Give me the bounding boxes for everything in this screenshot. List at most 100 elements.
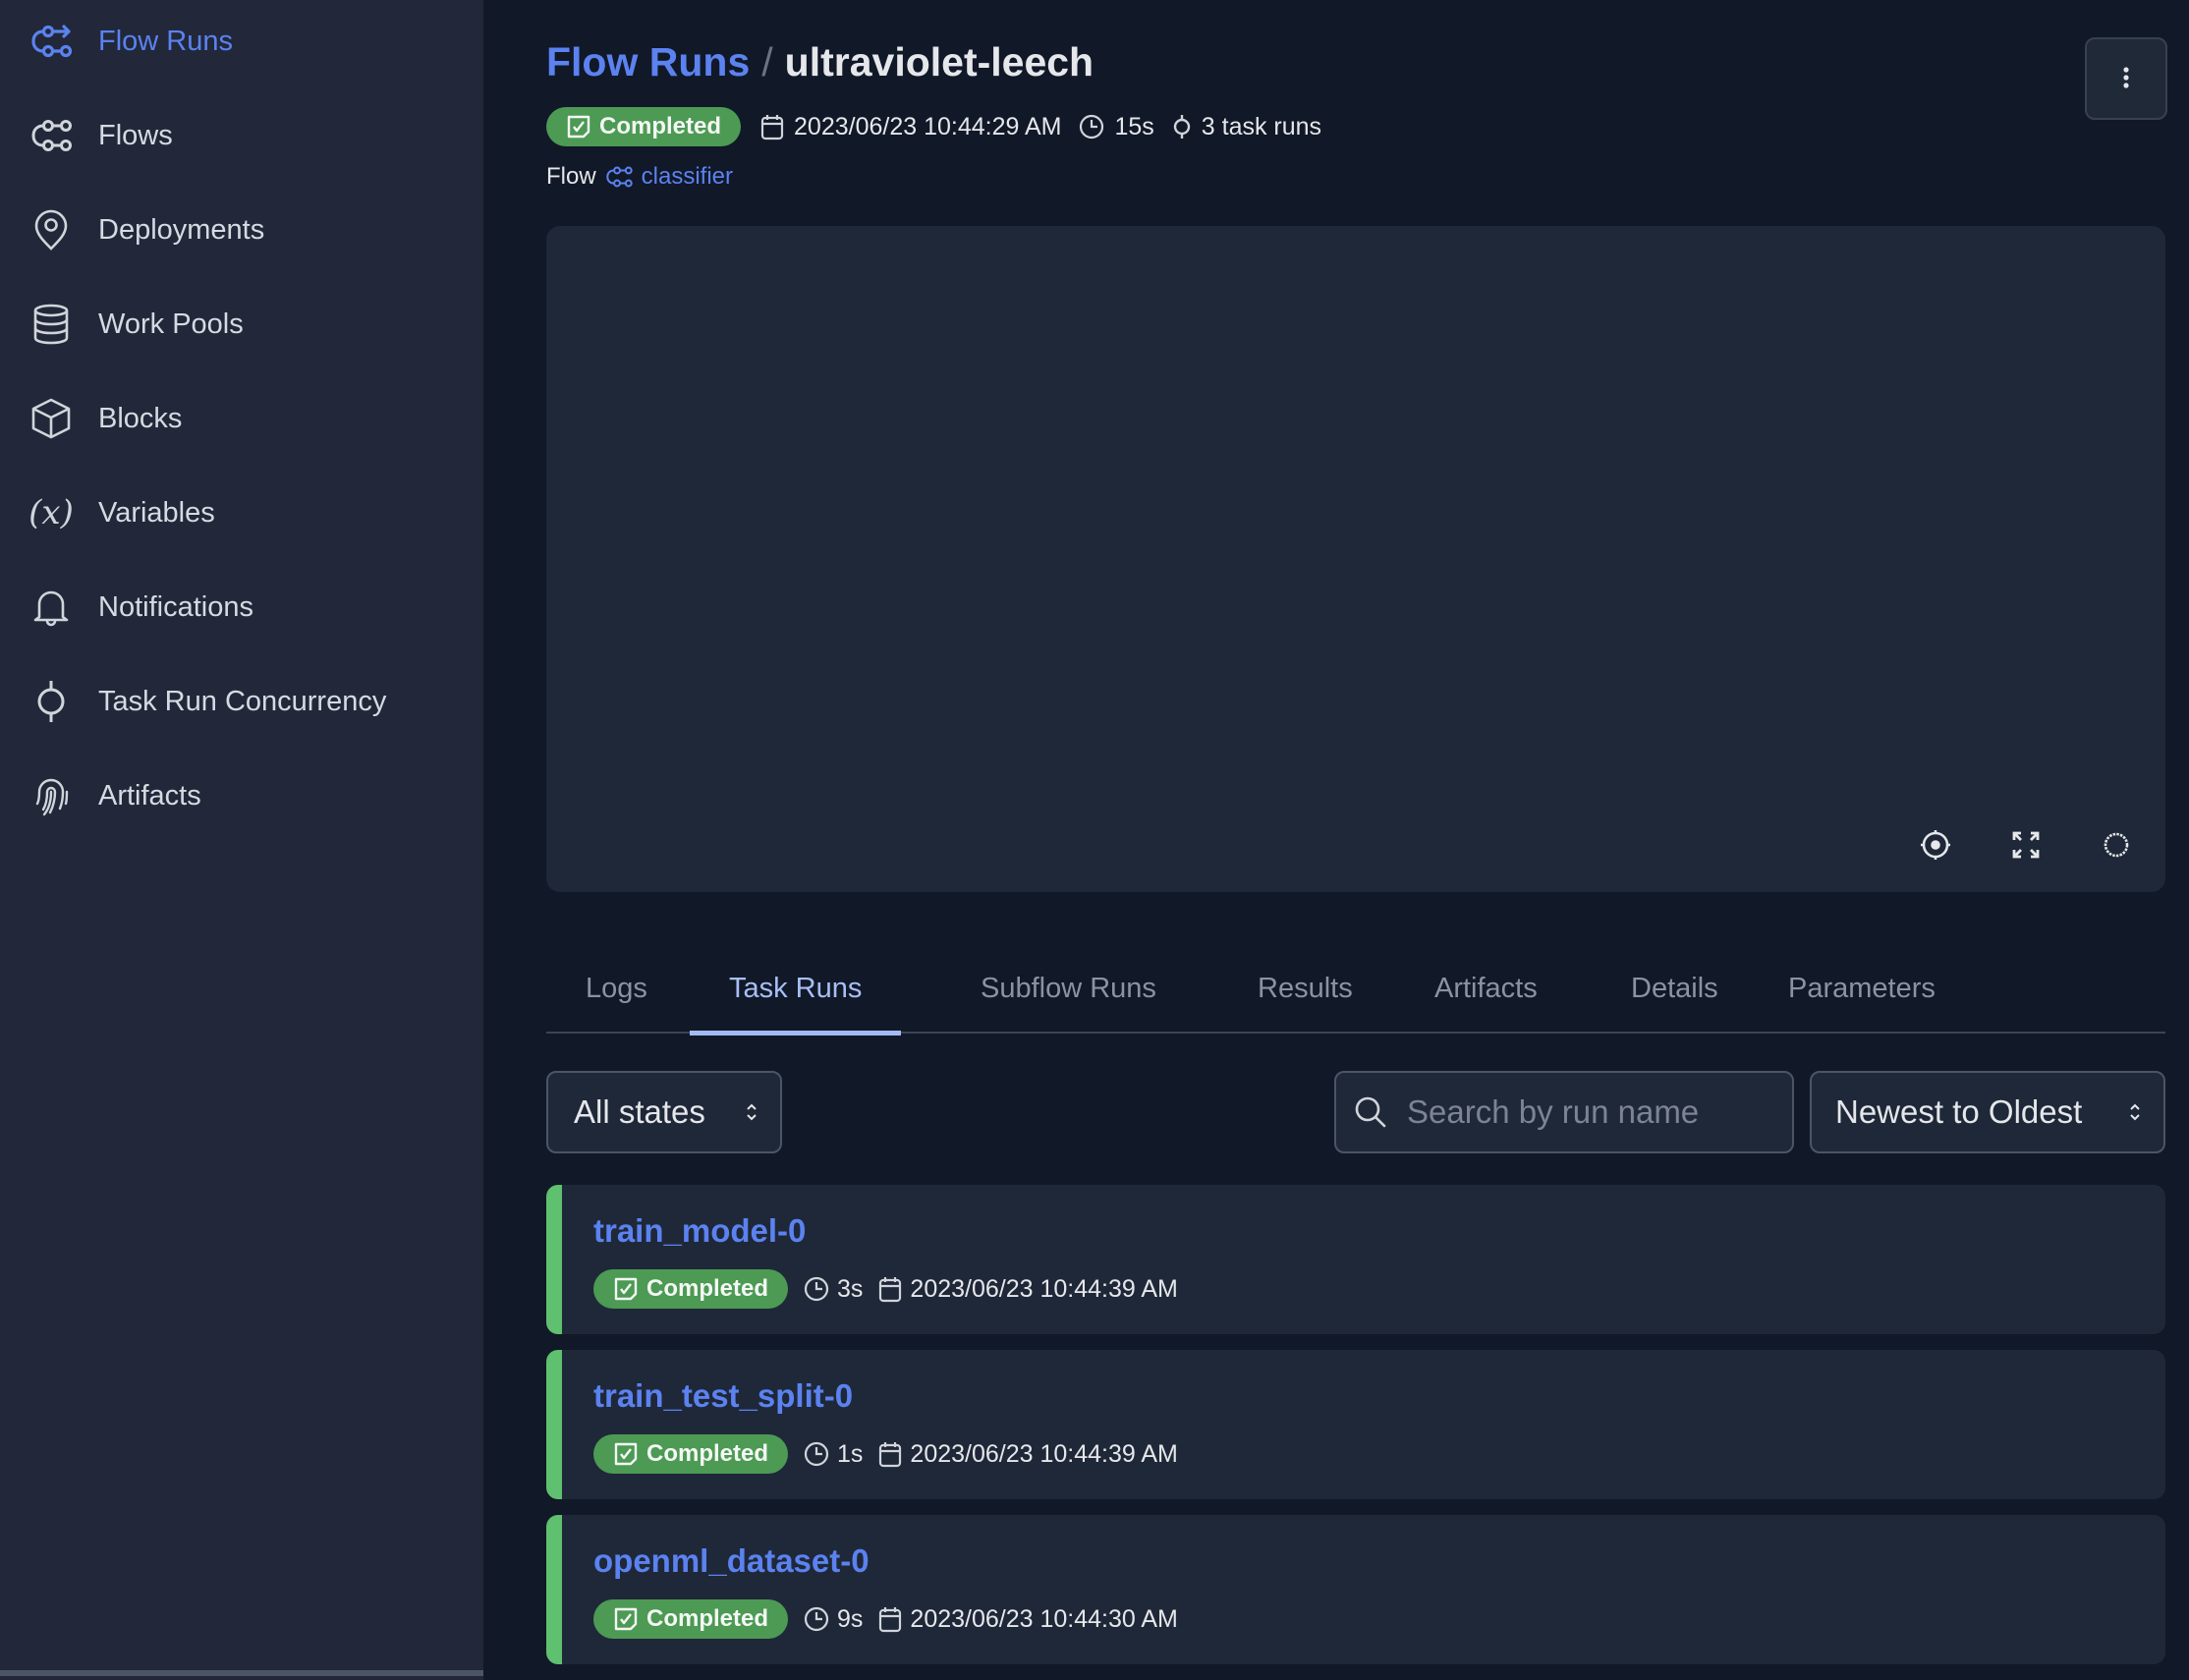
flows-icon: [29, 114, 73, 157]
status-badge: Completed: [546, 107, 742, 146]
tab-logs[interactable]: Logs: [546, 943, 687, 1034]
status-badge: Completed: [593, 1599, 789, 1639]
calendar-icon: [878, 1605, 902, 1633]
duration: 1s: [804, 1440, 863, 1469]
search-input[interactable]: [1407, 1093, 1780, 1131]
state-stripe: [546, 1515, 562, 1664]
task-run-card: train_model-0 Completed 3s 2023/06/23 10…: [546, 1185, 2165, 1334]
tab-parameters[interactable]: Parameters: [1749, 943, 1975, 1034]
breadcrumb-separator: /: [761, 39, 773, 84]
sidebar-item-task-run-concurrency[interactable]: Task Run Concurrency: [0, 662, 483, 741]
tab-details[interactable]: Details: [1592, 943, 1758, 1034]
sidebar-item-blocks[interactable]: Blocks: [0, 379, 483, 458]
sort-select[interactable]: Newest to Oldest: [1810, 1071, 2165, 1153]
commit-icon: [29, 680, 73, 723]
duration-value: 9s: [837, 1604, 864, 1633]
task-run-meta: Completed 1s 2023/06/23 10:44:39 AM: [593, 1434, 1178, 1474]
bell-icon: [29, 586, 73, 629]
sidebar-item-artifacts[interactable]: Artifacts: [0, 756, 483, 835]
clock-icon: [804, 1276, 829, 1302]
tab-task-runs[interactable]: Task Runs: [690, 943, 902, 1036]
task-run-name-link[interactable]: train_test_split-0: [593, 1377, 853, 1415]
state-filter-select[interactable]: All states: [546, 1071, 782, 1153]
fullscreen-button[interactable]: [2004, 823, 2048, 867]
sidebar-item-notifications[interactable]: Notifications: [0, 568, 483, 646]
cube-icon: [29, 397, 73, 440]
flow-runs-icon: [29, 20, 73, 63]
duration-value: 15s: [1114, 112, 1154, 140]
calendar-icon: [878, 1440, 902, 1468]
flow-run-graph[interactable]: [546, 226, 2165, 892]
task-run-meta: Completed 3s 2023/06/23 10:44:39 AM: [593, 1269, 1178, 1309]
database-icon: [29, 303, 73, 346]
sidebar-item-label: Flows: [98, 119, 173, 151]
flow-run-meta: Completed 2023/06/23 10:44:29 AM 15s 3 t…: [546, 107, 1321, 146]
task-run-count-value: 3 task runs: [1201, 112, 1322, 140]
start-time-value: 2023/06/23 10:44:39 AM: [910, 1274, 1178, 1303]
start-time-value: 2023/06/23 10:44:39 AM: [910, 1439, 1178, 1468]
clock-icon: [1079, 114, 1104, 140]
clock-icon: [804, 1441, 829, 1467]
task-run-name-link[interactable]: train_model-0: [593, 1212, 806, 1250]
status-label: Completed: [646, 1440, 769, 1467]
sidebar-item-flow-runs[interactable]: Flow Runs: [0, 2, 483, 81]
flow-link[interactable]: classifier: [642, 163, 733, 191]
clock-icon: [804, 1606, 829, 1632]
state-stripe: [546, 1185, 562, 1334]
more-options-button[interactable]: [2085, 37, 2167, 120]
vertical-ellipsis-icon: [2122, 66, 2130, 91]
sidebar-item-work-pools[interactable]: Work Pools: [0, 285, 483, 364]
start-time-value: 2023/06/23 10:44:29 AM: [794, 112, 1062, 140]
task-run-card: openml_dataset-0 Completed 9s 2023/06/23…: [546, 1515, 2165, 1664]
sort-value: Newest to Oldest: [1835, 1093, 2083, 1130]
status-label: Completed: [646, 1275, 769, 1302]
variable-icon: (x): [28, 493, 74, 532]
check-square-icon: [613, 1441, 639, 1467]
state-stripe: [546, 1350, 562, 1499]
map-pin-icon: [29, 208, 73, 252]
calendar-icon: [760, 113, 784, 140]
duration: 3s: [804, 1275, 863, 1304]
check-square-icon: [613, 1276, 639, 1302]
sidebar-item-label: Blocks: [98, 402, 183, 434]
check-square-icon: [566, 114, 591, 140]
sidebar-item-label: Artifacts: [98, 779, 201, 812]
sidebar-item-label: Notifications: [98, 590, 253, 623]
sidebar-item-label: Flow Runs: [98, 25, 233, 57]
recenter-button[interactable]: [1914, 823, 1957, 867]
task-run-count: 3 task runs: [1172, 113, 1321, 141]
sidebar-item-variables[interactable]: (x) Variables: [0, 474, 483, 552]
search-field[interactable]: [1334, 1071, 1794, 1153]
start-time: 2023/06/23 10:44:29 AM: [760, 113, 1061, 141]
start-time: 2023/06/23 10:44:30 AM: [878, 1604, 1178, 1634]
search-icon: [1354, 1095, 1387, 1129]
start-time: 2023/06/23 10:44:39 AM: [878, 1274, 1178, 1304]
flow-label: Flow: [546, 163, 596, 190]
duration-value: 3s: [837, 1274, 864, 1303]
tab-subflow-runs[interactable]: Subflow Runs: [941, 943, 1196, 1034]
start-time-value: 2023/06/23 10:44:30 AM: [910, 1604, 1178, 1633]
tab-bar: Logs Task Runs Subflow Runs Results Arti…: [546, 943, 2165, 1036]
graph-settings-button[interactable]: [2095, 823, 2138, 867]
sidebar-item-label: Deployments: [98, 213, 265, 246]
sidebar-item-deployments[interactable]: Deployments: [0, 191, 483, 269]
chevron-up-down-icon: [745, 1100, 758, 1124]
duration: 9s: [804, 1605, 863, 1634]
main-content: Flow Runs / ultraviolet-leech Completed …: [483, 0, 2189, 1680]
tab-results[interactable]: Results: [1218, 943, 1392, 1034]
sidebar: Flow Runs Flows Deployments Work Pools B…: [0, 0, 483, 1680]
sidebar-item-flows[interactable]: Flows: [0, 96, 483, 175]
check-square-icon: [613, 1606, 639, 1632]
tab-artifacts[interactable]: Artifacts: [1395, 943, 1577, 1034]
flow-reference: Flow classifier: [546, 163, 733, 191]
task-run-name-link[interactable]: openml_dataset-0: [593, 1542, 870, 1580]
status-badge: Completed: [593, 1434, 789, 1474]
status-badge: Completed: [593, 1269, 789, 1309]
expand-icon: [2011, 830, 2041, 860]
sidebar-scrollbar[interactable]: [0, 1670, 483, 1676]
calendar-icon: [878, 1275, 902, 1303]
commit-icon: [1172, 113, 1192, 140]
breadcrumb-flow-runs-link[interactable]: Flow Runs: [546, 39, 750, 85]
status-label: Completed: [646, 1605, 769, 1632]
sidebar-item-label: Task Run Concurrency: [98, 685, 387, 717]
